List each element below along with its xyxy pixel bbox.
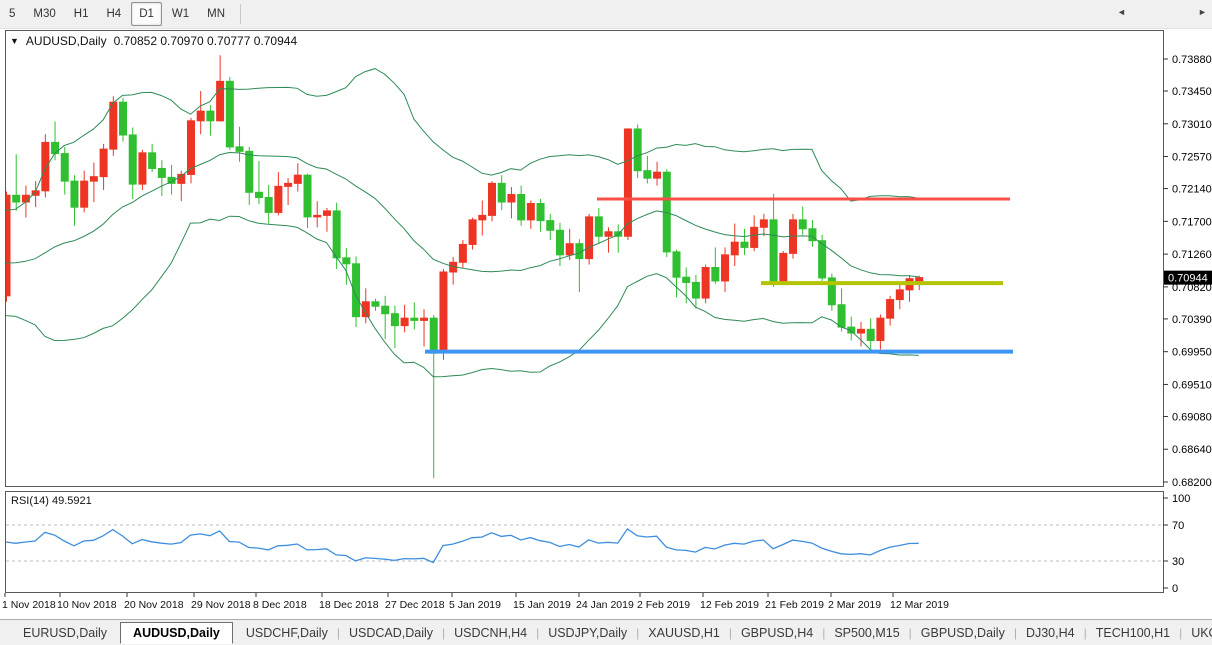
date-axis-label: 12 Mar 2019 <box>890 599 949 611</box>
chart-tab-usdjpy-daily[interactable]: USDJPY,Daily <box>539 624 636 642</box>
date-axis-label: 20 Nov 2018 <box>124 599 184 611</box>
current-price-label: 0.70944 <box>1168 273 1208 285</box>
price-axis-label: 0.72570 <box>1172 152 1212 164</box>
rsi-axis-label: 0 <box>1172 583 1178 595</box>
tab-scroll-left-icon[interactable]: ◄ <box>1117 7 1126 17</box>
price-axis-label: 0.73450 <box>1172 86 1212 98</box>
date-axis-label: 27 Dec 2018 <box>385 599 445 611</box>
date-axis-label: 15 Jan 2019 <box>513 599 571 611</box>
chart-tab-xauusd-h1[interactable]: XAUUSD,H1 <box>639 624 729 642</box>
date-axis-label: 18 Dec 2018 <box>319 599 379 611</box>
price-axis-label: 0.71260 <box>1172 249 1212 261</box>
chart-tab-ukc[interactable]: UKC <box>1182 624 1212 642</box>
date-axis-label: 8 Dec 2018 <box>253 599 307 611</box>
date-axis-label: 1 Nov 2018 <box>2 599 56 611</box>
price-axis-label: 0.69080 <box>1172 411 1212 423</box>
chart-tab-usdcad-daily[interactable]: USDCAD,Daily <box>340 624 442 642</box>
chart-tab-gbpusd-h4[interactable]: GBPUSD,H4 <box>732 624 822 642</box>
date-axis-label: 5 Jan 2019 <box>449 599 501 611</box>
rsi-indicator-pane[interactable] <box>5 491 1163 593</box>
rsi-axis-label: 100 <box>1172 493 1190 505</box>
date-axis-label: 24 Jan 2019 <box>576 599 634 611</box>
date-axis-label: 29 Nov 2018 <box>191 599 251 611</box>
price-axis-label: 0.68640 <box>1172 444 1212 456</box>
chart-tab-usdchf-daily[interactable]: USDCHF,Daily <box>237 624 337 642</box>
price-axis-label: 0.71700 <box>1172 216 1212 228</box>
price-axis-label: 0.69510 <box>1172 379 1212 391</box>
price-axis-label: 0.73880 <box>1172 54 1212 66</box>
chart-tab-tech100-h1[interactable]: TECH100,H1 <box>1087 624 1179 642</box>
chart-tab-eurusd-daily[interactable]: EURUSD,Daily <box>14 624 116 642</box>
rsi-axis-label: 70 <box>1172 520 1184 532</box>
chart-tab-bar: EURUSD,DailyAUDUSD,DailyUSDCHF,Daily|USD… <box>0 619 1212 645</box>
chart-window: 0.73880 0.73450 0.73010 0.72570 0.72140 0.717… <box>0 0 1212 645</box>
chart-tab-usdcnh-h4[interactable]: USDCNH,H4 <box>445 624 536 642</box>
main-chart-pane[interactable] <box>5 30 1163 487</box>
price-axis-label: 0.72140 <box>1172 184 1212 196</box>
price-axis-label: 0.73010 <box>1172 119 1212 131</box>
tab-scroll-right-icon[interactable]: ► <box>1198 7 1207 17</box>
date-axis-label: 10 Nov 2018 <box>57 599 117 611</box>
price-axis-label: 0.70390 <box>1172 314 1212 326</box>
chart-tab-gbpusd-daily[interactable]: GBPUSD,Daily <box>912 624 1014 642</box>
date-axis-label: 2 Mar 2019 <box>828 599 881 611</box>
date-axis-label: 12 Feb 2019 <box>700 599 759 611</box>
date-axis-label: 2 Feb 2019 <box>637 599 690 611</box>
chart-tab-dj30-h4[interactable]: DJ30,H4 <box>1017 624 1084 642</box>
rsi-axis-label: 30 <box>1172 556 1184 568</box>
price-axis-label: 0.68200 <box>1172 477 1212 489</box>
price-axis-label: 0.69950 <box>1172 347 1212 359</box>
chart-tab-sp500-m15[interactable]: SP500,M15 <box>825 624 908 642</box>
chart-tab-audusd-daily[interactable]: AUDUSD,Daily <box>120 622 233 644</box>
date-axis-label: 21 Feb 2019 <box>765 599 824 611</box>
